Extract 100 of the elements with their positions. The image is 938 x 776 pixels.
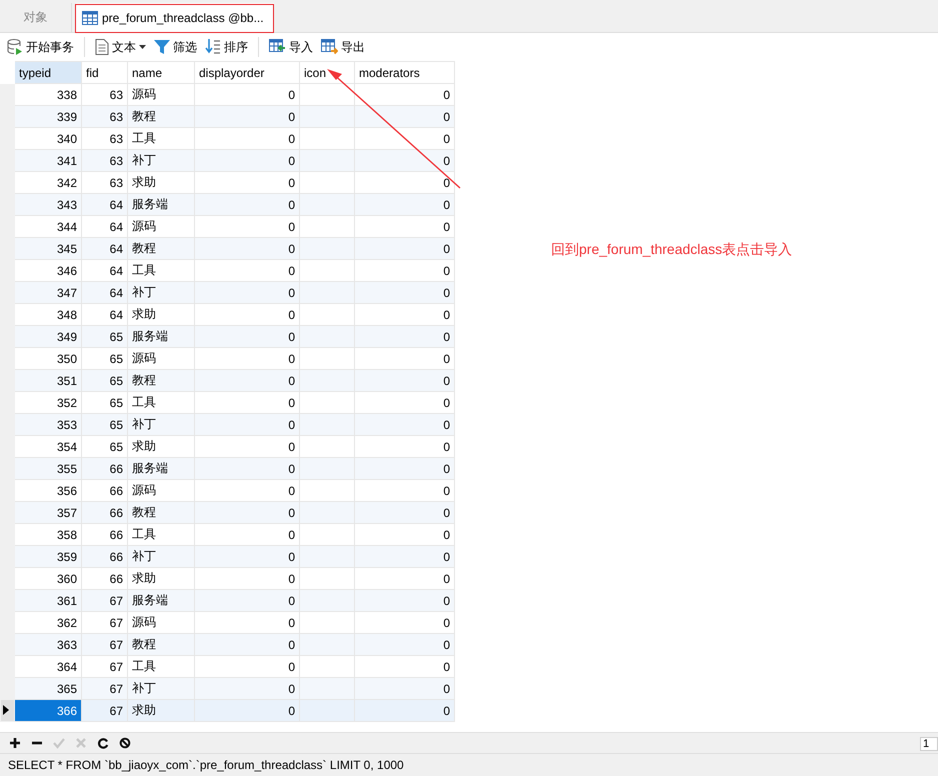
table-cell: 0 [354, 590, 454, 612]
row-pointer-icon[interactable] [0, 700, 14, 722]
table-cell: 服务端 [128, 194, 194, 216]
table-cell: 补丁 [128, 546, 194, 568]
column-header[interactable]: icon [300, 62, 354, 84]
table-cell: 355 [14, 458, 82, 480]
toolbar-button[interactable]: 文本 [92, 36, 149, 58]
table-cell: 服务端 [128, 458, 194, 480]
status-bar: SELECT * FROM `bb_jiaoyx_com`.`pre_forum_threadclass` LIMIT 0, 1000 [0, 753, 938, 776]
stop-icon[interactable] [118, 736, 132, 750]
table-cell [300, 700, 354, 722]
table-cell: 0 [354, 370, 454, 392]
table-cell: 67 [82, 634, 128, 656]
table-cell [300, 282, 354, 304]
row-indicator[interactable] [0, 84, 14, 106]
table-cell: 0 [194, 634, 300, 656]
table-cell: 0 [194, 370, 300, 392]
table-cell: 347 [14, 282, 82, 304]
column-header[interactable]: name [128, 62, 194, 84]
table-cell: 361 [14, 590, 82, 612]
table-cell [300, 458, 354, 480]
column-header[interactable]: typeid [14, 62, 82, 84]
document-icon [95, 39, 109, 55]
table-cell [300, 502, 354, 524]
table-cell: 0 [194, 546, 300, 568]
tab[interactable]: pre_forum_threadclass @bb... [76, 3, 274, 32]
table-cell [300, 238, 354, 260]
table-cell [300, 634, 354, 656]
table-cell: 66 [82, 502, 128, 524]
table-cell: 0 [354, 282, 454, 304]
table-cell: 357 [14, 502, 82, 524]
table-cell: 353 [14, 414, 82, 436]
table-cell: 67 [82, 678, 128, 700]
table-cell: 345 [14, 238, 82, 260]
table-cell: 67 [82, 700, 128, 722]
table-cell [300, 194, 354, 216]
table-cell: 补丁 [128, 678, 194, 700]
table-cell: 64 [82, 282, 128, 304]
toolbar-button[interactable]: 排序 [202, 36, 251, 58]
table-export-icon [321, 39, 338, 55]
table-cell: 359 [14, 546, 82, 568]
column-header[interactable]: fid [82, 62, 128, 84]
table-cell: 0 [354, 326, 454, 348]
toolbar-button[interactable]: 开始事务 [4, 36, 77, 58]
table-cell: 0 [194, 326, 300, 348]
page-field[interactable]: 1 [920, 736, 938, 750]
table-cell: 0 [194, 282, 300, 304]
table-cell: 0 [354, 678, 454, 700]
table-cell: 0 [194, 502, 300, 524]
add-icon[interactable] [8, 736, 22, 750]
table-cell: 0 [354, 700, 454, 722]
toolbar-button[interactable]: 导入 [266, 36, 316, 58]
toolbar-button[interactable]: 导出 [318, 36, 368, 58]
table-icon [82, 10, 98, 24]
table-cell [300, 326, 354, 348]
table-cell: 63 [82, 150, 128, 172]
table-cell: 64 [82, 238, 128, 260]
table-cell [300, 590, 354, 612]
table-cell: 365 [14, 678, 82, 700]
table-import-icon [269, 39, 286, 55]
sort-icon [205, 39, 221, 55]
table-cell: 补丁 [128, 150, 194, 172]
table-cell: 教程 [128, 238, 194, 260]
toolbar-button[interactable]: 筛选 [151, 36, 200, 58]
table-cell: 求助 [128, 700, 194, 722]
table-cell [300, 150, 354, 172]
table-cell: 0 [194, 150, 300, 172]
table-cell [300, 414, 354, 436]
table-cell: 0 [194, 700, 300, 722]
table-cell: 补丁 [128, 282, 194, 304]
table-cell: 0 [194, 590, 300, 612]
database-icon [7, 39, 23, 55]
table-cell: 0 [194, 106, 300, 128]
table-cell: 0 [354, 238, 454, 260]
table-cell: 0 [194, 678, 300, 700]
table-cell: 63 [82, 106, 128, 128]
table-cell: 0 [354, 414, 454, 436]
filter-icon [154, 39, 170, 55]
table-cell: 66 [82, 546, 128, 568]
table-cell: 341 [14, 150, 82, 172]
table-cell: 65 [82, 414, 128, 436]
table-cell: 补丁 [128, 414, 194, 436]
table-cell: 0 [354, 150, 454, 172]
table-cell: 351 [14, 370, 82, 392]
table-cell: 65 [82, 326, 128, 348]
annotation-text: 回到pre_forum_threadclass表点击导入 [551, 241, 792, 259]
table-cell: 0 [194, 194, 300, 216]
table-cell: 0 [194, 238, 300, 260]
column-header[interactable]: displayorder [194, 62, 300, 84]
table-cell: 64 [82, 194, 128, 216]
table-cell [300, 546, 354, 568]
column-header[interactable]: moderators [354, 62, 454, 84]
table-cell: 66 [82, 458, 128, 480]
refresh-icon[interactable] [96, 736, 110, 750]
table-cell: 363 [14, 634, 82, 656]
table-cell: 366 [14, 700, 82, 722]
table-cell: 0 [354, 502, 454, 524]
table-cell: 67 [82, 590, 128, 612]
table-cell: 343 [14, 194, 82, 216]
table-cell: 服务端 [128, 590, 194, 612]
